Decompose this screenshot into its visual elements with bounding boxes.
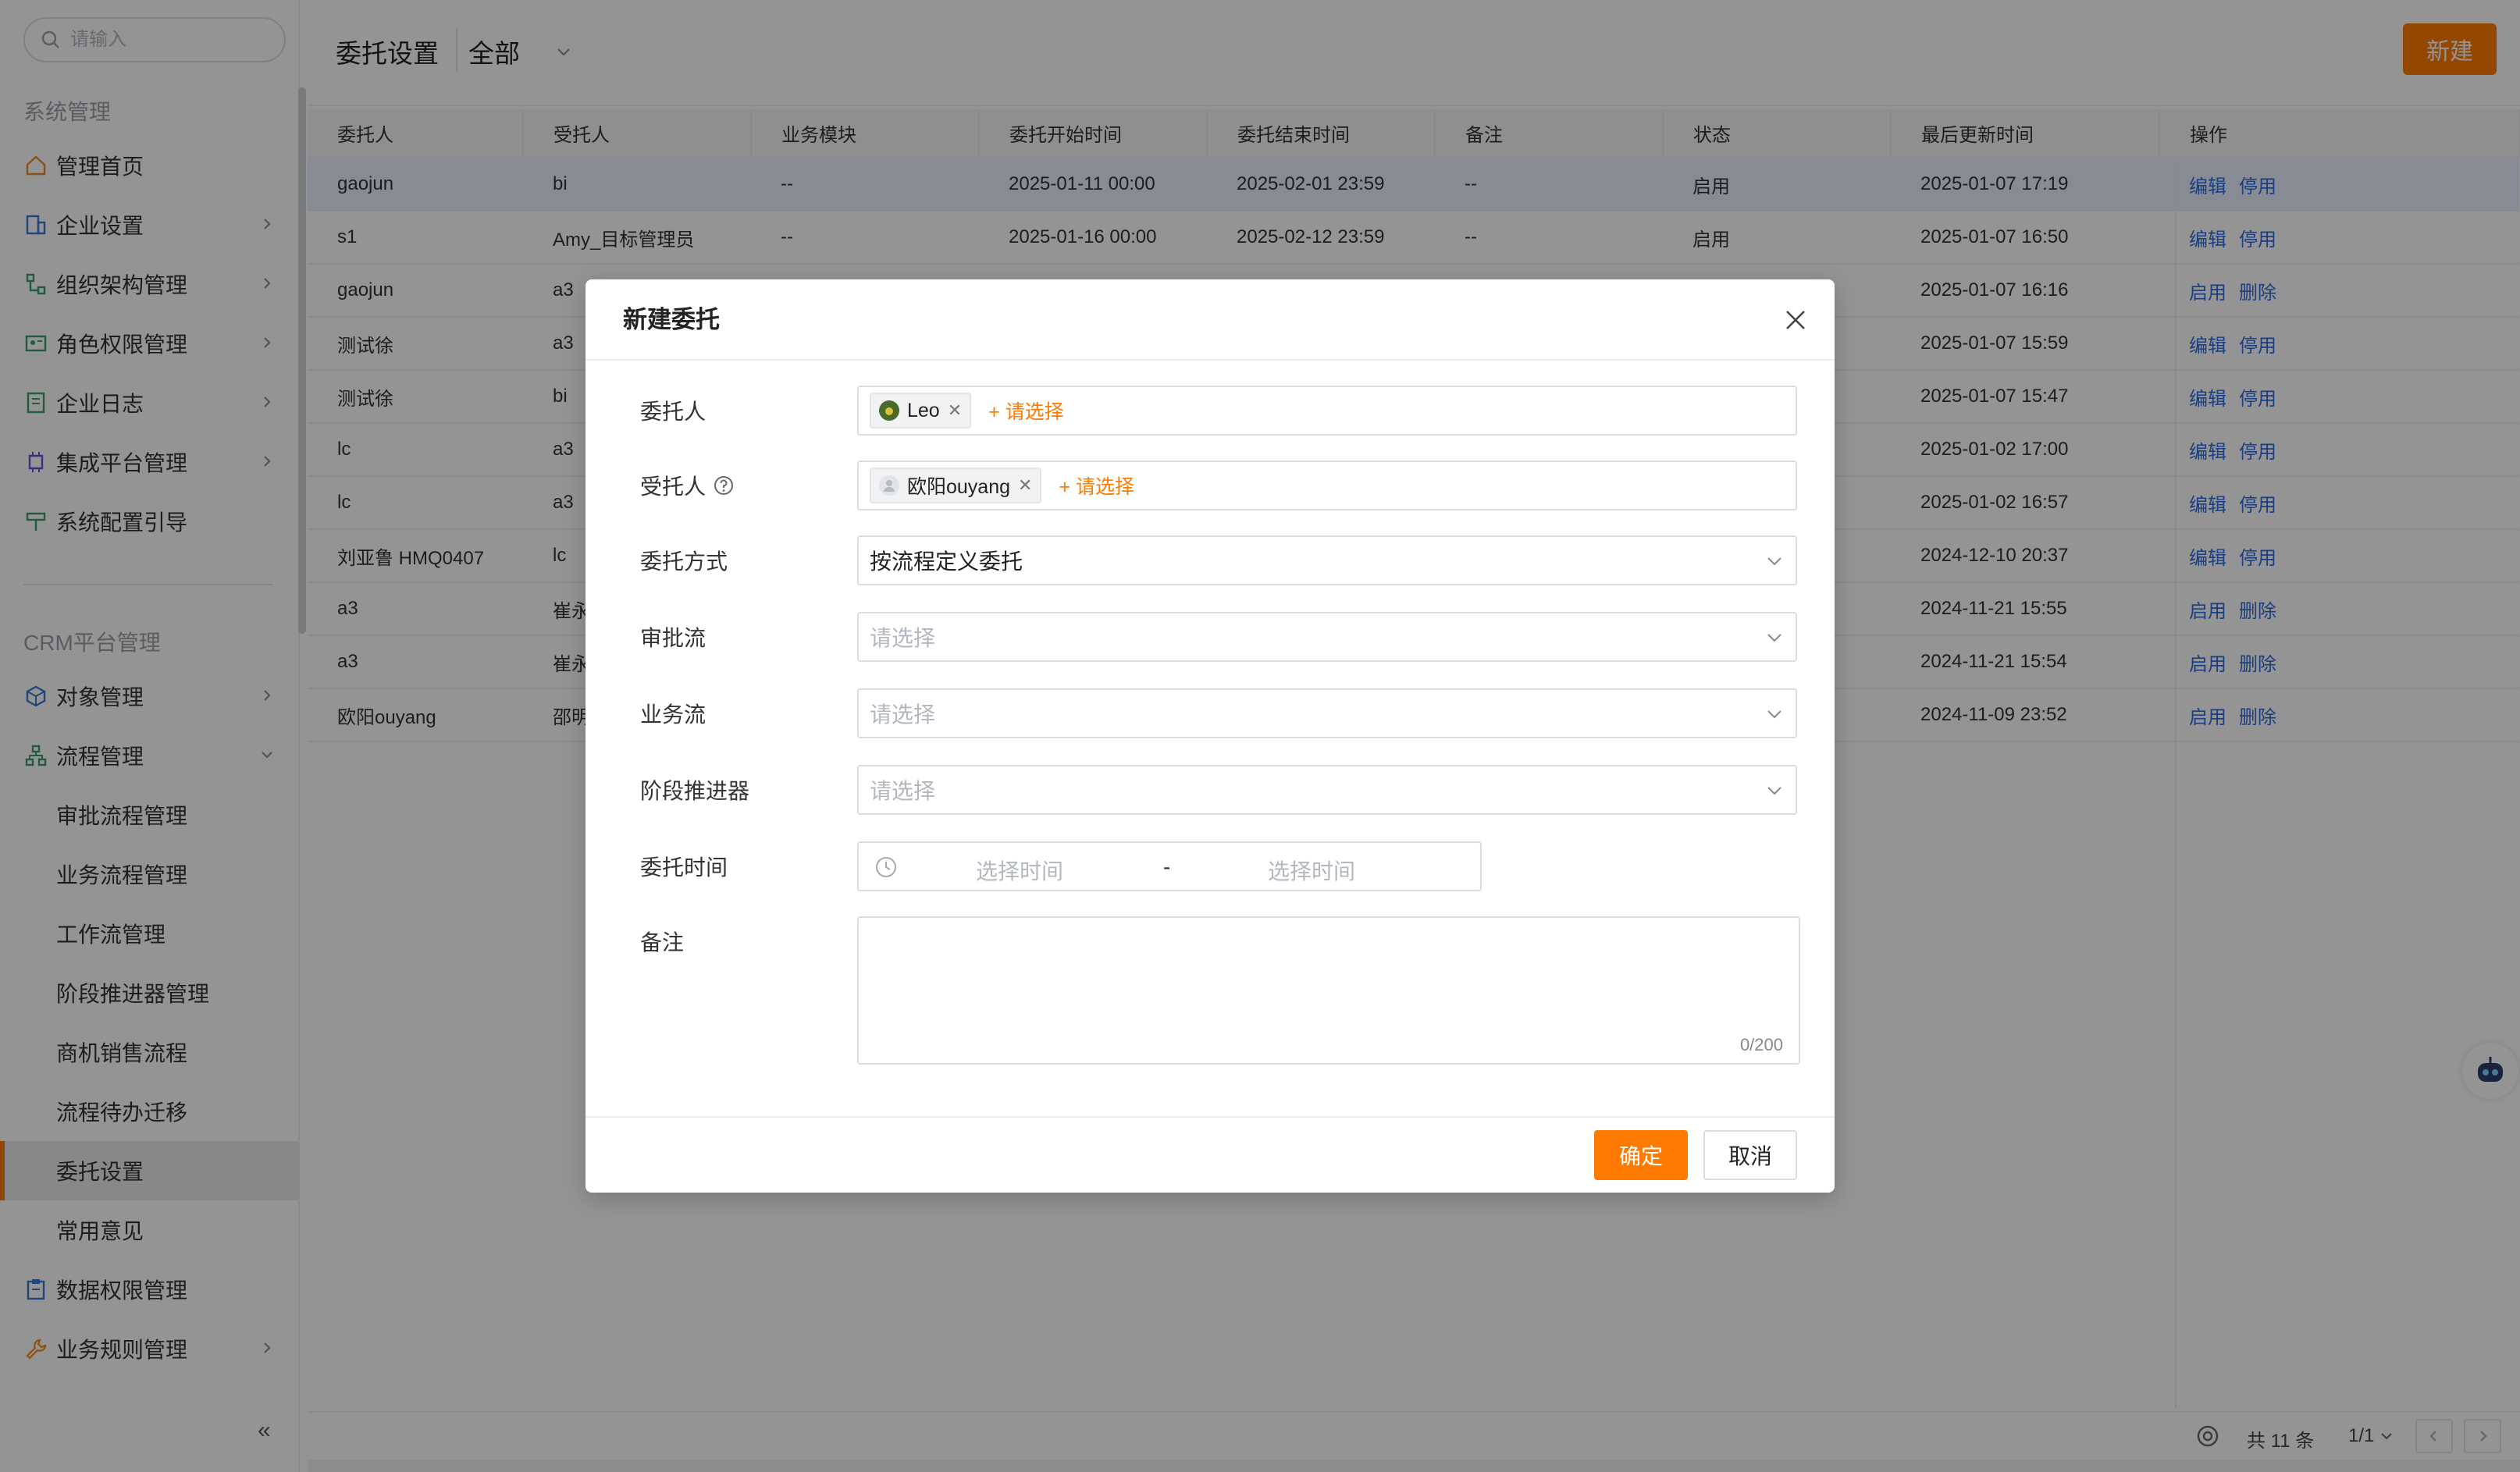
close-icon: [1786, 311, 1805, 329]
chevron-down-icon: [1767, 634, 1781, 642]
approval-flow-select[interactable]: 请选择: [857, 612, 1797, 662]
delegate-tag-name: 欧阳ouyang: [907, 476, 1011, 498]
time-separator: -: [1163, 855, 1171, 879]
note-label: 备注: [640, 930, 685, 955]
dialog-header: 新建委托: [586, 279, 1835, 361]
avatar: [879, 475, 899, 496]
delegate-field[interactable]: 欧阳ouyang ✕ + 请选择: [857, 460, 1797, 510]
mode-select[interactable]: 按流程定义委托: [857, 535, 1797, 585]
close-button[interactable]: [1777, 301, 1814, 339]
new-delegation-dialog: 新建委托 委托人 Leo ✕ + 请选择 受托人 欧阳ouyang ✕ + 请选…: [586, 279, 1835, 1193]
approval-flow-label: 审批流: [640, 626, 707, 650]
mode-label: 委托方式: [640, 549, 728, 574]
dialog-footer: 确定 取消: [586, 1116, 1835, 1193]
delegator-tag: Leo ✕: [870, 393, 972, 428]
help-icon[interactable]: [714, 475, 734, 496]
note-textarea[interactable]: 0/200: [857, 916, 1800, 1065]
delegate-label: 受托人: [640, 475, 707, 499]
clock-icon: [876, 857, 896, 877]
delegator-field[interactable]: Leo ✕ + 请选择: [857, 386, 1797, 436]
cancel-button[interactable]: 取消: [1703, 1130, 1797, 1180]
stage-advancer-placeholder: 请选择: [870, 779, 936, 803]
time-range-picker[interactable]: 选择时间 - 选择时间: [857, 841, 1482, 891]
remove-tag-icon[interactable]: ✕: [1018, 475, 1032, 496]
business-flow-placeholder: 请选择: [870, 702, 936, 727]
business-flow-select[interactable]: 请选择: [857, 688, 1797, 738]
delegate-label-wrap: 受托人: [640, 470, 734, 501]
time-label: 委托时间: [640, 855, 728, 880]
start-time-input[interactable]: 选择时间: [976, 855, 1063, 886]
business-flow-label: 业务流: [640, 702, 707, 727]
approval-flow-placeholder: 请选择: [870, 626, 936, 650]
chevron-down-icon: [1767, 557, 1781, 566]
mode-select-value: 按流程定义委托: [870, 549, 1023, 574]
add-delegate-link[interactable]: + 请选择: [1059, 471, 1134, 500]
chevron-down-icon: [1767, 710, 1781, 719]
chevron-down-icon: [1767, 787, 1781, 795]
delegate-tag: 欧阳ouyang ✕: [870, 468, 1042, 503]
end-time-input[interactable]: 选择时间: [1268, 855, 1355, 886]
confirm-button[interactable]: 确定: [1594, 1130, 1688, 1180]
avatar: [879, 400, 899, 421]
delegator-tag-name: Leo: [907, 399, 940, 421]
stage-advancer-select[interactable]: 请选择: [857, 765, 1797, 815]
add-delegator-link[interactable]: + 请选择: [988, 396, 1064, 425]
note-char-count: 0/200: [1739, 1035, 1783, 1054]
delegator-label: 委托人: [640, 400, 707, 424]
dialog-title: 新建委托: [623, 306, 720, 333]
remove-tag-icon[interactable]: ✕: [948, 400, 962, 421]
stage-advancer-label: 阶段推进器: [640, 779, 750, 803]
